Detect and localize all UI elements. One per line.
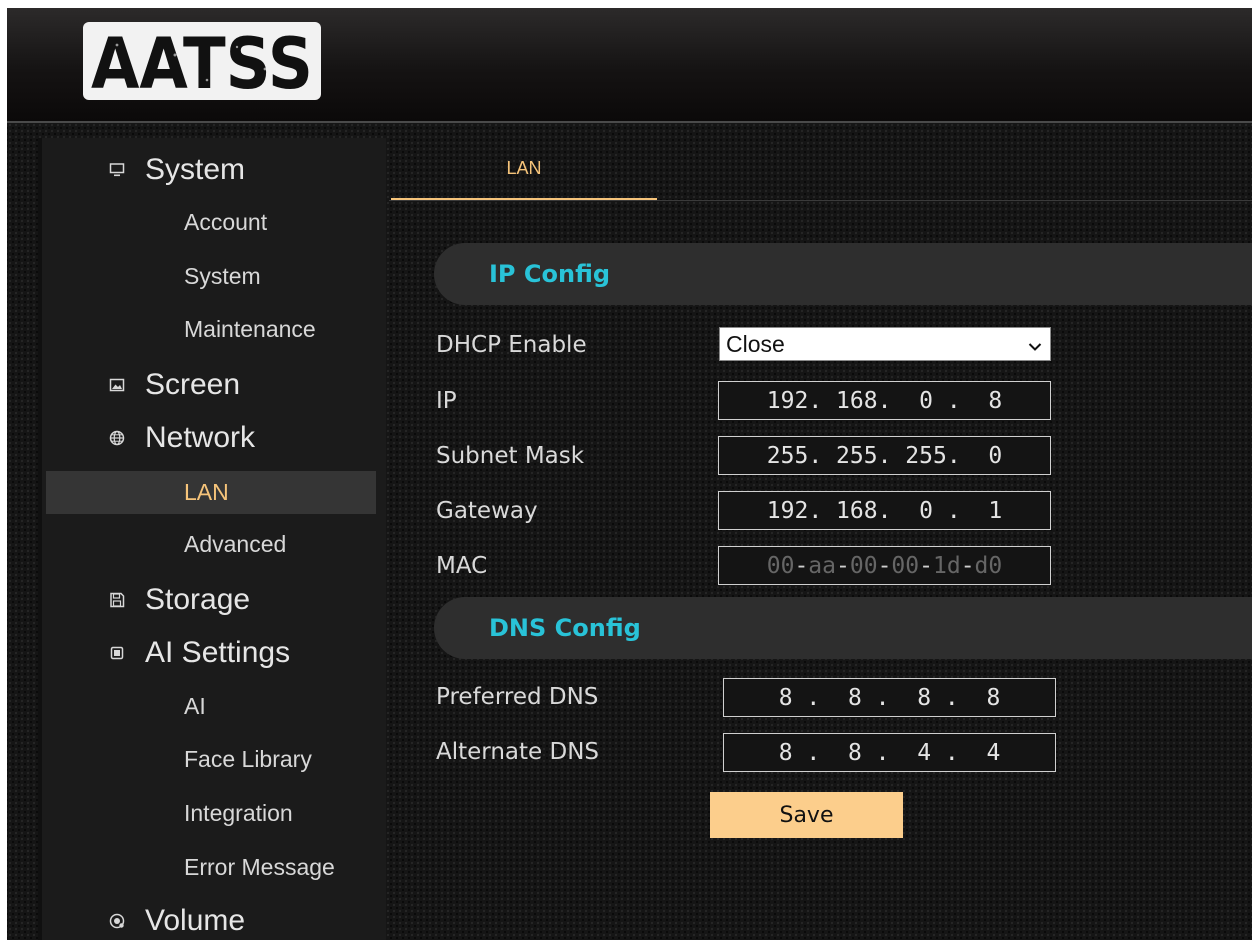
sidebar-section-network[interactable]: Network (107, 418, 255, 458)
preferred-dns-label: Preferred DNS (436, 684, 599, 710)
mac-label: MAC (436, 553, 488, 579)
app-window: AATSS System Account System Maintenance (7, 8, 1252, 940)
sidebar-item-maintenance[interactable]: Maintenance (184, 313, 316, 345)
ip-octet: 255 (905, 442, 947, 469)
dns-config-title: DNS Config (489, 614, 641, 642)
floppy-icon (107, 590, 127, 610)
subnet-mask-label: Subnet Mask (436, 443, 585, 469)
ip-octet: 192 (766, 497, 809, 524)
save-button[interactable]: Save (710, 792, 903, 838)
ip-octet: 0 (988, 442, 1003, 469)
sidebar-section-ai-settings[interactable]: AI Settings (107, 633, 290, 673)
alternate-dns-label: Alternate DNS (436, 739, 600, 765)
mac-part: aa (808, 552, 836, 579)
ip-octet: 0 (919, 387, 933, 414)
header-bar: AATSS (7, 8, 1252, 123)
gateway-label: Gateway (436, 498, 538, 524)
mac-input: 00- aa -00-00-1d - d0 (718, 546, 1051, 585)
ip-octet: 0 (919, 497, 933, 524)
image-icon (107, 375, 127, 395)
sidebar: System Account System Maintenance Screen… (38, 138, 386, 940)
sidebar-item-advanced[interactable]: Advanced (184, 528, 286, 560)
brand-logo: AATSS (83, 22, 321, 100)
ip-octet: 8 (778, 684, 793, 711)
main-panel: LAN IP Config DHCP Enable Close IP 192. … (389, 138, 1252, 940)
sidebar-item-error-message[interactable]: Error Message (184, 851, 335, 883)
ip-input[interactable]: 192. 168. 0 . 8 (718, 381, 1051, 420)
sidebar-section-label: System (145, 153, 246, 186)
sidebar-section-system[interactable]: System (107, 150, 245, 190)
sidebar-section-screen[interactable]: Screen (107, 365, 240, 405)
chip-icon (107, 643, 127, 663)
gateway-input[interactable]: 192. 168. 0 . 1 (718, 491, 1051, 530)
ip-octet: 4 (986, 739, 1001, 766)
ip-config-header: IP Config (434, 243, 1252, 305)
mac-part: 00 (766, 552, 795, 579)
ip-octet: 8 (847, 739, 862, 766)
monitor-icon (107, 160, 127, 180)
ip-octet: 168 (836, 497, 878, 524)
ip-octet: 192 (766, 387, 809, 414)
mac-part: d0 (974, 552, 1003, 579)
sidebar-section-label: Volume (145, 904, 246, 937)
sidebar-item-lan[interactable]: LAN (184, 476, 229, 508)
dhcp-select[interactable]: Close (719, 327, 1051, 361)
ip-octet: 255 (766, 442, 809, 469)
sidebar-section-storage[interactable]: Storage (107, 580, 250, 620)
mac-part: 00 (891, 552, 920, 579)
subnet-mask-input[interactable]: 255. 255. 255. 0 (718, 436, 1051, 475)
sidebar-section-label: Network (145, 421, 256, 454)
mac-part: 1d (932, 552, 961, 579)
sidebar-section-label: AI Settings (145, 636, 291, 669)
tab-lan[interactable]: LAN (391, 138, 657, 200)
ip-octet: 168 (836, 387, 878, 414)
sidebar-section-label: Storage (145, 583, 251, 616)
ip-octet: 8 (988, 387, 1003, 414)
tab-bar: LAN (389, 138, 1252, 201)
dns-config-header: DNS Config (434, 597, 1252, 659)
mac-part: 00 (849, 552, 878, 579)
ip-octet: 255 (836, 442, 878, 469)
chevron-down-icon (1028, 331, 1042, 358)
sidebar-item-ai[interactable]: AI (184, 690, 206, 722)
sidebar-section-label: Screen (145, 368, 241, 401)
ip-octet: 4 (917, 739, 932, 766)
dhcp-selected-value: Close (726, 330, 785, 357)
sidebar-section-volume[interactable]: Volume (107, 901, 245, 940)
sidebar-item-face-library[interactable]: Face Library (184, 743, 312, 775)
sidebar-item-system[interactable]: System (184, 260, 261, 292)
ip-octet: 8 (917, 684, 932, 711)
sidebar-item-integration[interactable]: Integration (184, 797, 293, 829)
ip-label: IP (436, 388, 457, 414)
ip-octet: 8 (778, 739, 793, 766)
logo-text: AATSS (91, 25, 313, 97)
dhcp-label: DHCP Enable (436, 332, 587, 358)
ip-config-title: IP Config (489, 260, 611, 288)
sidebar-item-account[interactable]: Account (184, 206, 267, 238)
globe-icon (107, 428, 127, 448)
speaker-icon (107, 911, 127, 931)
ip-octet: 8 (847, 684, 862, 711)
alternate-dns-input[interactable]: 8 . 8 . 4 . 4 (723, 733, 1056, 772)
ip-octet: 1 (988, 497, 1003, 524)
ip-octet: 8 (986, 684, 1001, 711)
preferred-dns-input[interactable]: 8 . 8 . 8 . 8 (723, 678, 1056, 717)
